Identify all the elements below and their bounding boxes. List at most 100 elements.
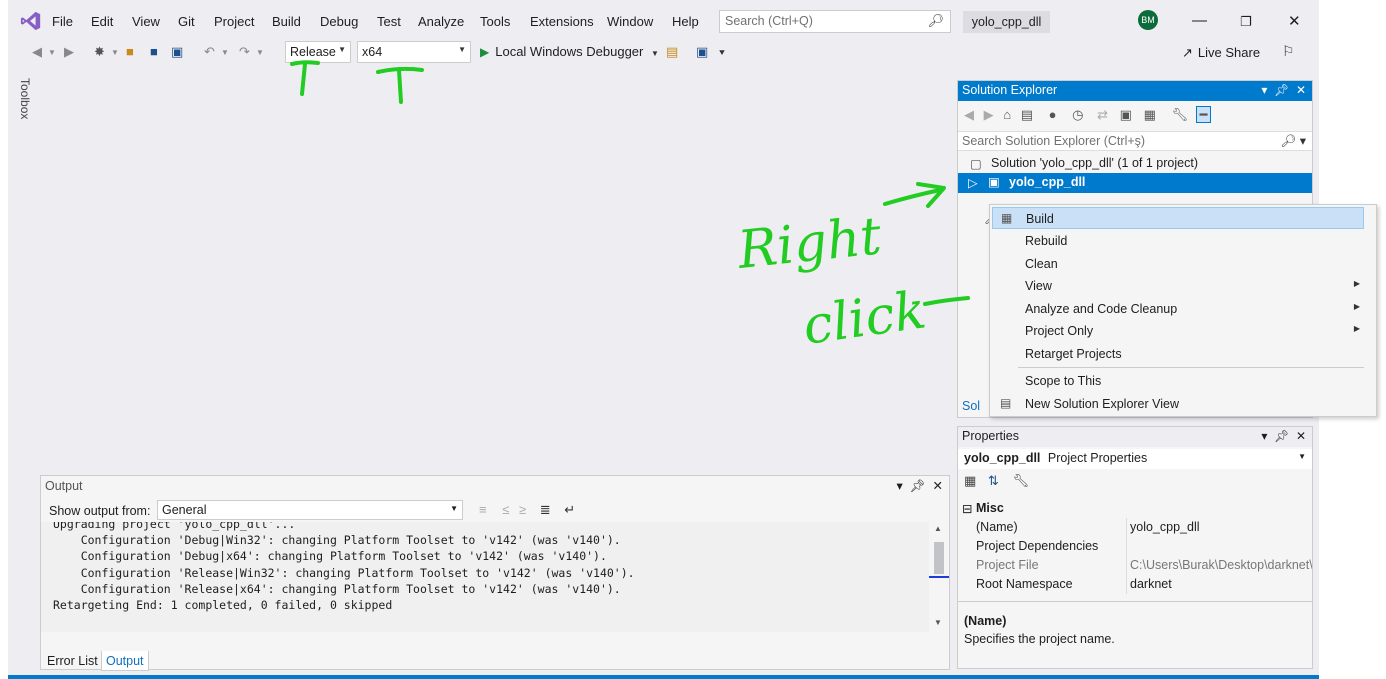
save-all-icon[interactable]: ▣ <box>171 44 183 60</box>
menu-test[interactable]: Test <box>377 14 401 29</box>
menu-git[interactable]: Git <box>178 14 195 29</box>
back-icon[interactable]: ◀︎ <box>32 44 42 60</box>
toolbox-tab[interactable]: Toolbox <box>18 78 32 119</box>
project-context-menu: ▦ Build Rebuild Clean View ▶ Analyze and… <box>989 204 1377 417</box>
back-icon[interactable]: ◀︎ <box>964 107 974 122</box>
previous-message-icon[interactable]: ≤ <box>502 502 509 517</box>
word-wrap-icon[interactable]: ↵ <box>564 502 575 517</box>
switch-views-icon[interactable]: ▤ <box>1021 107 1033 122</box>
undo-dropdown-icon[interactable]: ▼ <box>221 48 229 57</box>
category-row[interactable]: ⊟ Misc <box>958 499 1312 518</box>
browser-icon[interactable]: ▣ <box>696 44 708 60</box>
toolbar-overflow-icon[interactable]: ⯆ <box>718 48 726 59</box>
panel-controls[interactable]: ▾ 📌︎ ✕ <box>1261 83 1306 97</box>
undo-icon[interactable]: ↶ <box>204 44 215 60</box>
menu-item-scope[interactable]: Scope to This <box>992 370 1364 392</box>
property-value[interactable]: C:\Users\Burak\Desktop\darknet\ <box>1130 558 1312 572</box>
property-pages-icon[interactable]: 🔧︎ <box>1012 473 1029 488</box>
menu-window[interactable]: Window <box>607 14 653 29</box>
live-share-button[interactable]: ↗ Live Share <box>1182 45 1260 61</box>
solution-name-badge[interactable]: yolo_cpp_dll <box>963 11 1050 33</box>
forward-icon[interactable]: ▶︎ <box>984 107 994 122</box>
close-icon[interactable]: ✕ <box>1288 12 1301 30</box>
property-row[interactable]: Project File C:\Users\Burak\Desktop\dark… <box>958 556 1312 575</box>
output-text[interactable]: Upgrading project 'yolo_cpp_dll'... Conf… <box>41 522 929 632</box>
menu-extensions[interactable]: Extensions <box>530 14 594 29</box>
collapse-all-icon[interactable]: ▣ <box>1120 107 1132 122</box>
panel-controls[interactable]: ▾ 📌︎ ✕ <box>896 478 943 494</box>
menu-build[interactable]: Build <box>272 14 301 29</box>
minimize-icon[interactable]: — <box>1192 12 1207 29</box>
show-all-files-icon[interactable]: ▦ <box>1144 107 1156 122</box>
tab-error-list[interactable]: Error List <box>47 654 98 668</box>
find-in-files-icon[interactable]: ▤ <box>666 44 678 60</box>
tree-item-solution[interactable]: ▢ Solution 'yolo_cpp_dll' (1 of 1 projec… <box>958 154 1312 174</box>
menu-analyze[interactable]: Analyze <box>418 14 464 29</box>
property-key: Project Dependencies <box>976 539 1099 553</box>
back-dropdown-icon[interactable]: ▼ <box>48 48 56 57</box>
property-value[interactable]: yolo_cpp_dll <box>1130 520 1312 534</box>
output-source-select[interactable]: General ▼ <box>157 500 463 520</box>
find-message-icon[interactable]: ≡ <box>479 502 487 517</box>
platform-select[interactable]: x64 ▼ <box>357 41 471 63</box>
menu-file[interactable]: File <box>52 14 73 29</box>
pending-changes-icon[interactable]: ◷ <box>1072 107 1083 122</box>
scroll-thumb[interactable] <box>934 542 944 574</box>
menu-item-new-view[interactable]: ▤ New Solution Explorer View <box>992 393 1364 415</box>
wrench-icon[interactable]: 🔧︎ <box>1171 107 1188 122</box>
redo-dropdown-icon[interactable]: ▼ <box>256 48 264 57</box>
chevron-down-icon: ▼ <box>458 45 466 54</box>
menu-help[interactable]: Help <box>672 14 699 29</box>
restore-icon[interactable]: ❐ <box>1240 14 1252 30</box>
scroll-down-icon[interactable]: ▼ <box>934 618 942 627</box>
categorized-icon[interactable]: ▦ <box>964 473 976 488</box>
solution-explorer-search-input[interactable]: Search Solution Explorer (Ctrl+ş) 🔎︎ ▾ <box>958 131 1312 151</box>
property-row[interactable]: Root Namespace darknet <box>958 575 1312 594</box>
panel-controls[interactable]: ▾ 📌︎ ✕ <box>1261 429 1306 443</box>
expand-arrow-icon[interactable]: ▷ <box>968 175 978 190</box>
next-message-icon[interactable]: ≥ <box>519 502 526 517</box>
menu-item-view[interactable]: View ▶ <box>992 275 1364 297</box>
new-project-icon[interactable]: ✸ <box>94 44 105 60</box>
sync-icon[interactable]: ⇄ <box>1097 107 1108 122</box>
feedback-icon[interactable]: ⚐ <box>1282 43 1295 60</box>
open-folder-icon[interactable]: ■ <box>126 44 134 59</box>
menu-tools[interactable]: Tools <box>480 14 510 29</box>
save-icon[interactable]: ■ <box>150 44 158 59</box>
solution-explorer-tab[interactable]: Sol <box>962 399 980 413</box>
menu-item-rebuild[interactable]: Rebuild <box>992 230 1364 252</box>
menu-project[interactable]: Project <box>214 14 254 29</box>
menu-item-retarget[interactable]: Retarget Projects <box>992 343 1364 365</box>
menu-item-project-only[interactable]: Project Only ▶ <box>992 320 1364 342</box>
alphabetical-icon[interactable]: ⇅ <box>988 473 999 488</box>
home-icon[interactable]: ⌂ <box>1003 107 1011 122</box>
configuration-select[interactable]: Release ▼ <box>285 41 351 63</box>
tab-output[interactable]: Output <box>101 651 149 671</box>
collapse-icon[interactable]: ⊟ <box>962 501 972 516</box>
menu-item-analyze[interactable]: Analyze and Code Cleanup ▶ <box>992 298 1364 320</box>
avatar[interactable]: BM <box>1138 10 1158 30</box>
solution-explorer-title-bar[interactable]: Solution Explorer ▾ 📌︎ ✕ <box>958 81 1312 101</box>
clear-all-icon[interactable]: ≣ <box>540 502 551 517</box>
start-debugging-button[interactable]: ▶ Local Windows Debugger ▼ <box>480 44 659 59</box>
output-title-bar[interactable]: Output ▾ 📌︎ ✕ <box>41 476 949 496</box>
search-input[interactable]: Search (Ctrl+Q) 🔎︎ <box>719 10 951 33</box>
tree-item-project[interactable]: ▷ ▣ yolo_cpp_dll <box>958 173 1312 193</box>
forward-icon[interactable]: ▶︎ <box>64 44 74 60</box>
scroll-up-icon[interactable]: ▲ <box>934 524 942 533</box>
new-dropdown-icon[interactable]: ▼ <box>111 48 119 57</box>
menu-item-clean[interactable]: Clean <box>992 253 1364 275</box>
globe-icon[interactable]: ● <box>1049 107 1057 122</box>
properties-title-bar[interactable]: Properties ▾ 📌︎ ✕ <box>958 427 1312 447</box>
menu-item-build[interactable]: ▦ Build <box>992 207 1364 229</box>
menu-debug[interactable]: Debug <box>320 14 358 29</box>
property-row[interactable]: Project Dependencies <box>958 537 1312 556</box>
menu-edit[interactable]: Edit <box>91 14 113 29</box>
properties-object-select[interactable]: yolo_cpp_dll Project Properties ▼ <box>958 449 1312 469</box>
preview-icon[interactable]: ━ <box>1195 106 1212 123</box>
output-scrollbar[interactable]: ▲ ▼ <box>929 522 949 632</box>
redo-icon[interactable]: ↷ <box>239 44 250 60</box>
property-value[interactable]: darknet <box>1130 577 1312 591</box>
property-row[interactable]: (Name) yolo_cpp_dll <box>958 518 1312 537</box>
menu-view[interactable]: View <box>132 14 160 29</box>
